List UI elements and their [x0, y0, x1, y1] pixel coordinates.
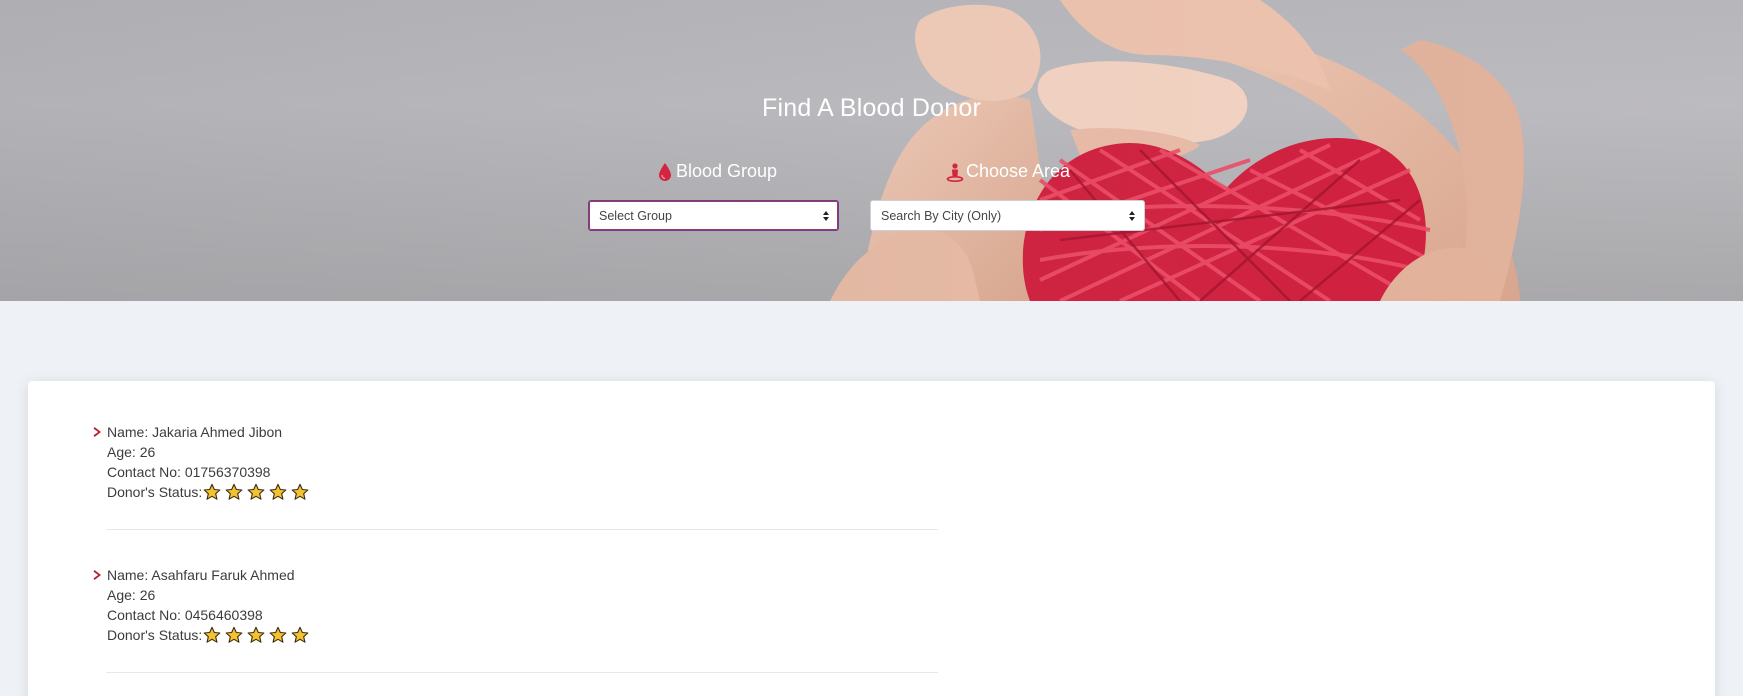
blood-group-label-row: Blood Group: [656, 161, 777, 182]
donor-name: Name: Jakaria Ahmed Jibon: [107, 424, 283, 440]
hero-banner: Find A Blood Donor Blood Group Choose Ar…: [0, 0, 1743, 301]
donor-status: Donor's Status:: [107, 482, 309, 502]
star-icon: [247, 626, 265, 643]
donor-list-card: Name: Jakaria Ahmed Jibon Age: 26 Contac…: [28, 381, 1715, 696]
blood-group-select[interactable]: Select Group: [588, 200, 839, 231]
donor-details: Name: Asahfaru Faruk Ahmed Age: 26 Conta…: [107, 565, 309, 645]
blood-group-label: Blood Group: [676, 161, 778, 181]
person-location-icon: [946, 162, 964, 182]
donor-details: Name: Jakaria Ahmed Jibon Age: 26 Contac…: [107, 422, 309, 502]
donor-status: Donor's Status:: [107, 625, 309, 645]
star-icon: [269, 626, 287, 643]
star-icon: [269, 483, 287, 500]
donor-rating-stars: [203, 483, 309, 501]
donor-age: Age: 26: [107, 444, 156, 460]
donor-contact: Contact No: 0456460398: [107, 607, 263, 623]
city-select[interactable]: Search By City (Only): [870, 200, 1145, 231]
chevron-right-icon: [93, 570, 101, 580]
select-arrows-icon: [823, 211, 829, 221]
star-icon: [203, 483, 221, 500]
donor-status-label: Donor's Status:: [107, 484, 203, 500]
blood-group-select-value: Select Group: [599, 208, 672, 223]
star-icon: [225, 626, 243, 643]
chevron-right-icon: [93, 427, 101, 437]
divider: [106, 529, 938, 530]
donor-status-label: Donor's Status:: [107, 627, 203, 643]
divider: [106, 672, 938, 673]
star-icon: [247, 483, 265, 500]
donor-rating-stars: [203, 626, 309, 644]
blood-drop-icon: [659, 162, 671, 181]
star-icon: [291, 626, 309, 643]
star-icon: [203, 626, 221, 643]
star-icon: [225, 483, 243, 500]
donor-age: Age: 26: [107, 587, 156, 603]
star-icon: [291, 483, 309, 500]
choose-area-label: Choose Area: [966, 161, 1071, 181]
hero-overlay: [0, 0, 1743, 301]
select-arrows-icon: [1129, 211, 1135, 221]
city-select-value: Search By City (Only): [881, 208, 1002, 223]
page-title: Find A Blood Donor: [761, 94, 982, 122]
donor-contact: Contact No: 01756370398: [107, 464, 271, 480]
donor-name: Name: Asahfaru Faruk Ahmed: [107, 567, 295, 583]
choose-area-label-row: Choose Area: [946, 161, 1070, 182]
